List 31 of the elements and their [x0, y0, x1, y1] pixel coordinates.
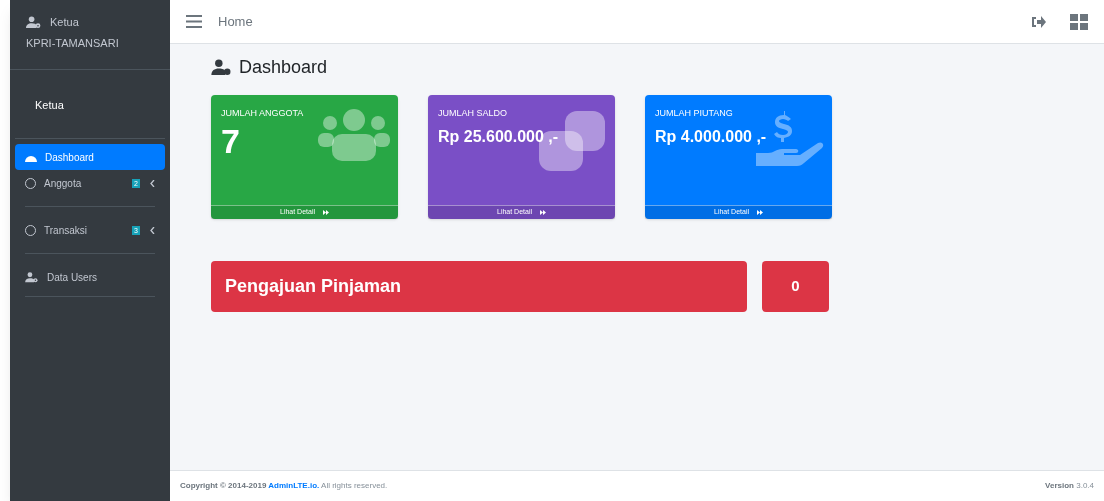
- loan-request-label: Pengajuan Pinjaman: [225, 275, 402, 298]
- grid-icon[interactable]: [1070, 13, 1088, 30]
- version-text: Version 3.0.4: [1045, 480, 1094, 492]
- user-cog-icon: [211, 59, 233, 76]
- sidebar-item[interactable]: Data Users: [25, 264, 155, 290]
- users-icon: [318, 109, 390, 161]
- double-arrow-icon: [757, 210, 763, 215]
- card-title: JUMLAH ANGGOTA: [221, 107, 305, 120]
- sign-out-icon[interactable]: [1031, 15, 1046, 28]
- card-value: 7: [221, 120, 240, 161]
- double-arrow-icon: [540, 210, 546, 215]
- copyright-text: Copyright © 2014-2019 AdminLTE.io. All rights reserved.: [180, 480, 388, 492]
- page-title: Dashboard: [239, 56, 328, 79]
- hand-dollar-icon: [756, 109, 824, 169]
- sidebar-heading: Ketua: [35, 99, 64, 111]
- user-role: Ketua: [50, 15, 79, 30]
- chevron-left-icon: [150, 226, 155, 234]
- card-title: JUMLAH PIUTANG: [655, 107, 734, 120]
- sidebar-item[interactable]: Dashboard: [15, 144, 165, 170]
- double-arrow-icon: [323, 210, 329, 215]
- user-cog-icon: [26, 15, 42, 29]
- chevron-left-icon: [150, 179, 155, 187]
- organization-name: KPRI-TAMANSARI: [26, 35, 120, 51]
- menu-icon[interactable]: [186, 15, 202, 28]
- adminlte-link[interactable]: AdminLTE.io.: [268, 481, 320, 490]
- user-cog-icon: [25, 271, 39, 283]
- card-value: Rp 25.600.000 ,-: [438, 126, 559, 147]
- card-value: Rp 4.000.000 ,-: [655, 126, 767, 147]
- home-link[interactable]: Home: [218, 11, 1015, 32]
- card-title: JUMLAH SALDO: [438, 107, 509, 120]
- loan-request-count: 0: [762, 261, 829, 312]
